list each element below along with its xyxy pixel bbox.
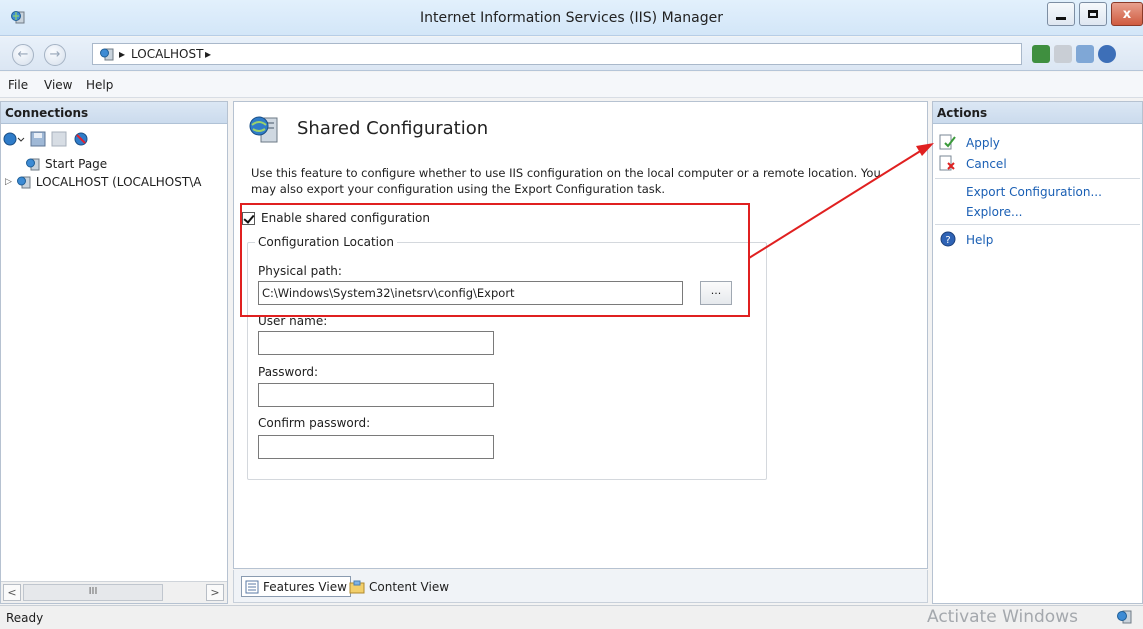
stop-icon[interactable] (1054, 45, 1072, 63)
home-icon[interactable] (1076, 45, 1094, 63)
tree-item-start-page[interactable]: Start Page (25, 157, 107, 171)
breadcrumb-localhost[interactable]: LOCALHOST (131, 47, 203, 61)
password-input[interactable] (258, 383, 494, 407)
help-icon[interactable] (1098, 45, 1116, 63)
iis-manager-window: Internet Information Services (IIS) Mana… (0, 0, 1143, 629)
tab-content-view[interactable]: Content View (346, 576, 452, 597)
scroll-thumb[interactable]: III (23, 584, 163, 601)
apply-icon (939, 134, 956, 150)
user-name-input[interactable] (258, 331, 494, 355)
tree-item-label: Start Page (45, 157, 108, 171)
start-page-icon (26, 158, 40, 171)
server-icon (16, 176, 31, 189)
back-button[interactable]: ← (12, 44, 34, 66)
help-action[interactable]: Help (966, 233, 993, 247)
maximize-button[interactable] (1079, 2, 1107, 26)
expand-arrow-icon[interactable]: ▷ (5, 177, 12, 187)
actions-header: Actions (933, 102, 1142, 124)
tree-item-localhost[interactable]: ▷ LOCALHOST (LOCALHOST\A (5, 175, 201, 189)
disconnect-icon[interactable] (72, 131, 90, 147)
back-arrow-icon: ← (17, 47, 29, 62)
forward-button[interactable]: → (44, 44, 66, 66)
tab-features-view[interactable]: Features View (241, 576, 351, 597)
actions-divider (935, 178, 1140, 179)
feature-panel: Shared Configuration Use this feature to… (233, 101, 928, 569)
page-title: Shared Configuration (297, 118, 489, 139)
content-view-icon (349, 580, 365, 593)
menu-help[interactable]: Help (86, 78, 113, 92)
explore-action[interactable]: Explore... (966, 205, 1022, 219)
apply-action[interactable]: Apply (966, 136, 1000, 150)
confirm-password-input[interactable] (258, 435, 494, 459)
cancel-action[interactable]: Cancel (966, 157, 1007, 171)
save-icon[interactable] (30, 131, 46, 147)
page-description: Use this feature to configure whether to… (251, 166, 881, 196)
maximize-icon (1088, 10, 1098, 18)
horizontal-scrollbar[interactable]: < III > (1, 581, 227, 603)
password-label: Password: (258, 365, 319, 379)
status-bar: Ready Activate Windows (0, 605, 1143, 629)
connections-toolbar (3, 129, 90, 149)
tab-label: Features View (263, 579, 347, 594)
network-status-icon (1117, 610, 1132, 624)
close-icon: x (1122, 6, 1132, 22)
features-view-icon (245, 580, 259, 593)
minimize-button[interactable] (1047, 2, 1075, 26)
menu-bar: File View Help (0, 72, 1143, 98)
highlight-annotation (240, 203, 750, 317)
close-button[interactable]: x (1111, 2, 1143, 26)
actions-divider (935, 224, 1140, 225)
window-title: Internet Information Services (IIS) Mana… (420, 10, 723, 26)
address-field[interactable]: ▸ LOCALHOST ▸ (92, 43, 1022, 65)
scroll-right-icon[interactable]: > (206, 584, 224, 601)
activation-watermark: Activate Windows (927, 607, 1078, 627)
breadcrumb-dropdown-icon[interactable]: ▸ (205, 47, 211, 61)
actions-pane: Actions Apply Cancel Export Configuratio… (932, 101, 1143, 604)
status-text: Ready (6, 611, 44, 625)
tab-label: Content View (369, 579, 450, 594)
menu-file[interactable]: File (8, 78, 28, 92)
confirm-password-label: Confirm password: (258, 416, 371, 430)
help-icon: ? (940, 231, 956, 247)
cancel-icon (939, 155, 955, 171)
view-tabs-bar: Features View Content View (233, 570, 928, 603)
breadcrumb-separator-icon: ▸ (119, 47, 126, 61)
menu-view[interactable]: View (44, 78, 72, 92)
title-bar: Internet Information Services (IIS) Mana… (0, 0, 1143, 36)
refresh-icon[interactable] (1032, 45, 1050, 63)
minimize-icon (1056, 16, 1066, 20)
connect-icon[interactable] (3, 131, 25, 147)
forward-arrow-icon: → (49, 47, 61, 62)
connections-pane: Connections Start Page ▷ LOCALHOST (LOCA… (0, 101, 228, 604)
shared-configuration-icon (249, 116, 278, 143)
toolbar-icons (1032, 45, 1116, 63)
up-icon[interactable] (51, 131, 67, 147)
export-configuration-action[interactable]: Export Configuration... (966, 185, 1102, 199)
connections-header: Connections (1, 102, 227, 124)
scroll-left-icon[interactable]: < (3, 584, 21, 601)
tree-item-label: LOCALHOST (LOCALHOST\A (35, 175, 202, 189)
server-icon (100, 48, 114, 61)
svg-text:?: ? (945, 235, 950, 246)
address-bar: ← → ▸ LOCALHOST ▸ (0, 37, 1143, 71)
